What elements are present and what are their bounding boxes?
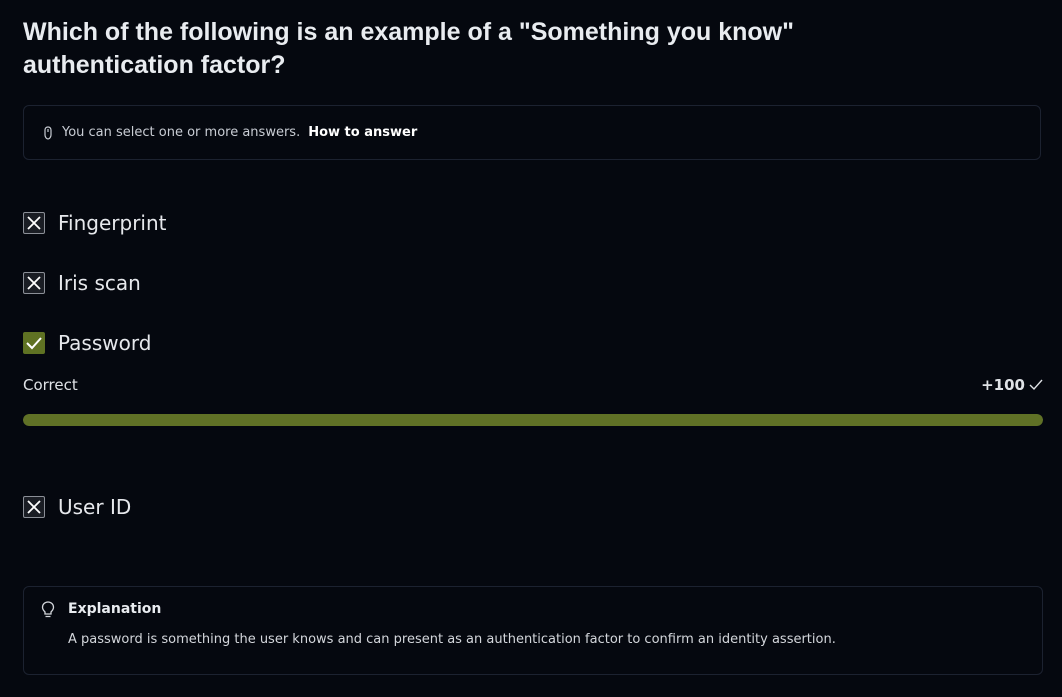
answer-option-iris-scan[interactable]: Iris scan [23, 270, 141, 296]
option-label: User ID [58, 495, 132, 519]
explanation-title: Explanation [68, 601, 162, 617]
x-icon [27, 216, 41, 230]
option-label: Password [58, 331, 152, 355]
touch-icon [44, 125, 52, 140]
checkbox-correct[interactable] [23, 332, 45, 354]
check-icon [1029, 379, 1043, 391]
option-label: Iris scan [58, 271, 141, 295]
checkbox-incorrect[interactable] [23, 212, 45, 234]
hint-text: You can select one or more answers. [62, 125, 301, 140]
answer-option-user-id[interactable]: User ID [23, 494, 131, 520]
checkbox-incorrect[interactable] [23, 496, 45, 518]
answer-option-fingerprint[interactable]: Fingerprint [23, 210, 167, 236]
checkbox-incorrect[interactable] [23, 272, 45, 294]
result-row: Correct +100 [23, 376, 1043, 394]
x-icon [27, 500, 41, 514]
hint-box: You can select one or more answers. How … [23, 105, 1041, 160]
check-icon [26, 337, 42, 350]
how-to-answer-link[interactable]: How to answer [308, 125, 417, 140]
option-label: Fingerprint [58, 211, 167, 235]
explanation-body: A password is something the user knows a… [68, 632, 836, 647]
lightbulb-icon [41, 601, 55, 618]
points-badge: +100 [981, 376, 1043, 394]
result-progress-fill [23, 414, 1043, 426]
result-status: Correct [23, 376, 78, 394]
explanation-panel: Explanation A password is something the … [23, 586, 1043, 675]
result-progress-bar [23, 414, 1043, 426]
points-value: +100 [981, 376, 1025, 394]
question-title: Which of the following is an example of … [23, 18, 794, 79]
answer-option-password[interactable]: Password [23, 330, 151, 356]
x-icon [27, 276, 41, 290]
